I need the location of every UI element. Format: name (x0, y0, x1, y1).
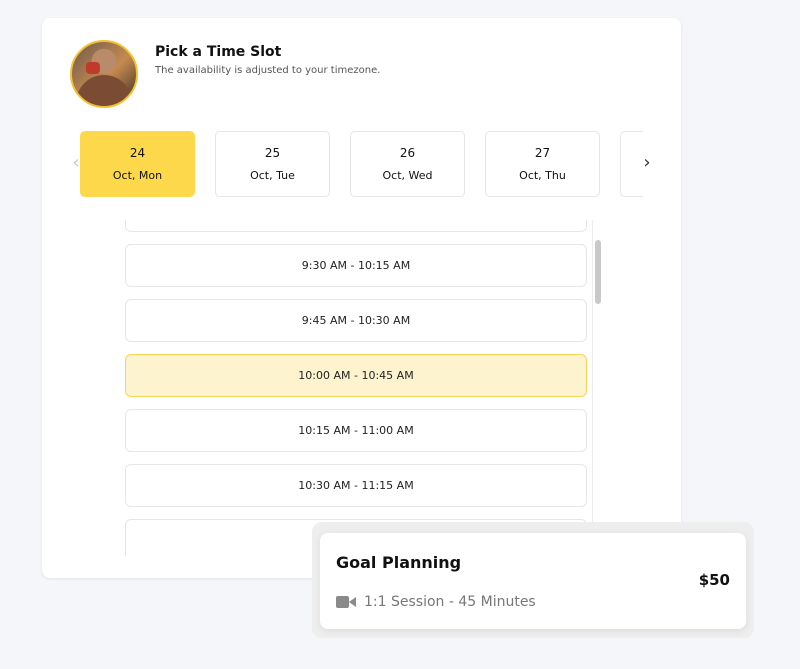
time-slot[interactable]: 9:30 AM - 10:15 AM (125, 244, 587, 287)
session-meta: 1:1 Session - 45 Minutes (336, 594, 536, 610)
session-name: Goal Planning (336, 553, 462, 572)
session-details: 1:1 Session - 45 Minutes (364, 594, 536, 610)
date-label: Oct, Mon (112, 169, 163, 182)
date-day: 24 (129, 146, 146, 160)
time-slot[interactable] (125, 220, 587, 232)
host-avatar (70, 40, 138, 108)
date-day: 27 (534, 146, 551, 160)
chevron-right-icon[interactable]: › (639, 150, 655, 174)
date-label: Oct, Wed (382, 169, 433, 182)
time-slot-list: 9:30 AM - 10:15 AM 9:45 AM - 10:30 AM 10… (42, 220, 681, 556)
timezone-note: The availability is adjusted to your tim… (155, 65, 381, 76)
date-day: 25 (264, 146, 281, 160)
time-slot[interactable]: 9:45 AM - 10:30 AM (125, 299, 587, 342)
date-label: Oct, Tue (250, 169, 295, 182)
time-slot[interactable]: 10:00 AM - 10:45 AM (125, 354, 587, 397)
time-slot-card: Pick a Time Slot The availability is adj… (42, 18, 681, 578)
date-tile[interactable]: 25 Oct, Tue (215, 131, 330, 197)
date-tile[interactable]: 27 Oct, Thu (485, 131, 600, 197)
date-day: 26 (399, 146, 416, 160)
video-camera-icon (336, 595, 356, 609)
session-summary-card: Goal Planning 1:1 Session - 45 Minutes $… (320, 533, 746, 629)
date-label: Oct, Thu (519, 169, 566, 182)
date-selector: 24 Oct, Mon 25 Oct, Tue 26 Oct, Wed 27 O… (80, 131, 643, 197)
date-tile[interactable]: 24 Oct, Mon (80, 131, 195, 197)
date-tile[interactable]: 26 Oct, Wed (350, 131, 465, 197)
page-title: Pick a Time Slot (155, 44, 282, 60)
scrollbar-thumb[interactable] (595, 240, 601, 304)
session-price: $50 (698, 571, 730, 589)
time-slot[interactable]: 10:30 AM - 11:15 AM (125, 464, 587, 507)
time-slot[interactable]: 10:15 AM - 11:00 AM (125, 409, 587, 452)
